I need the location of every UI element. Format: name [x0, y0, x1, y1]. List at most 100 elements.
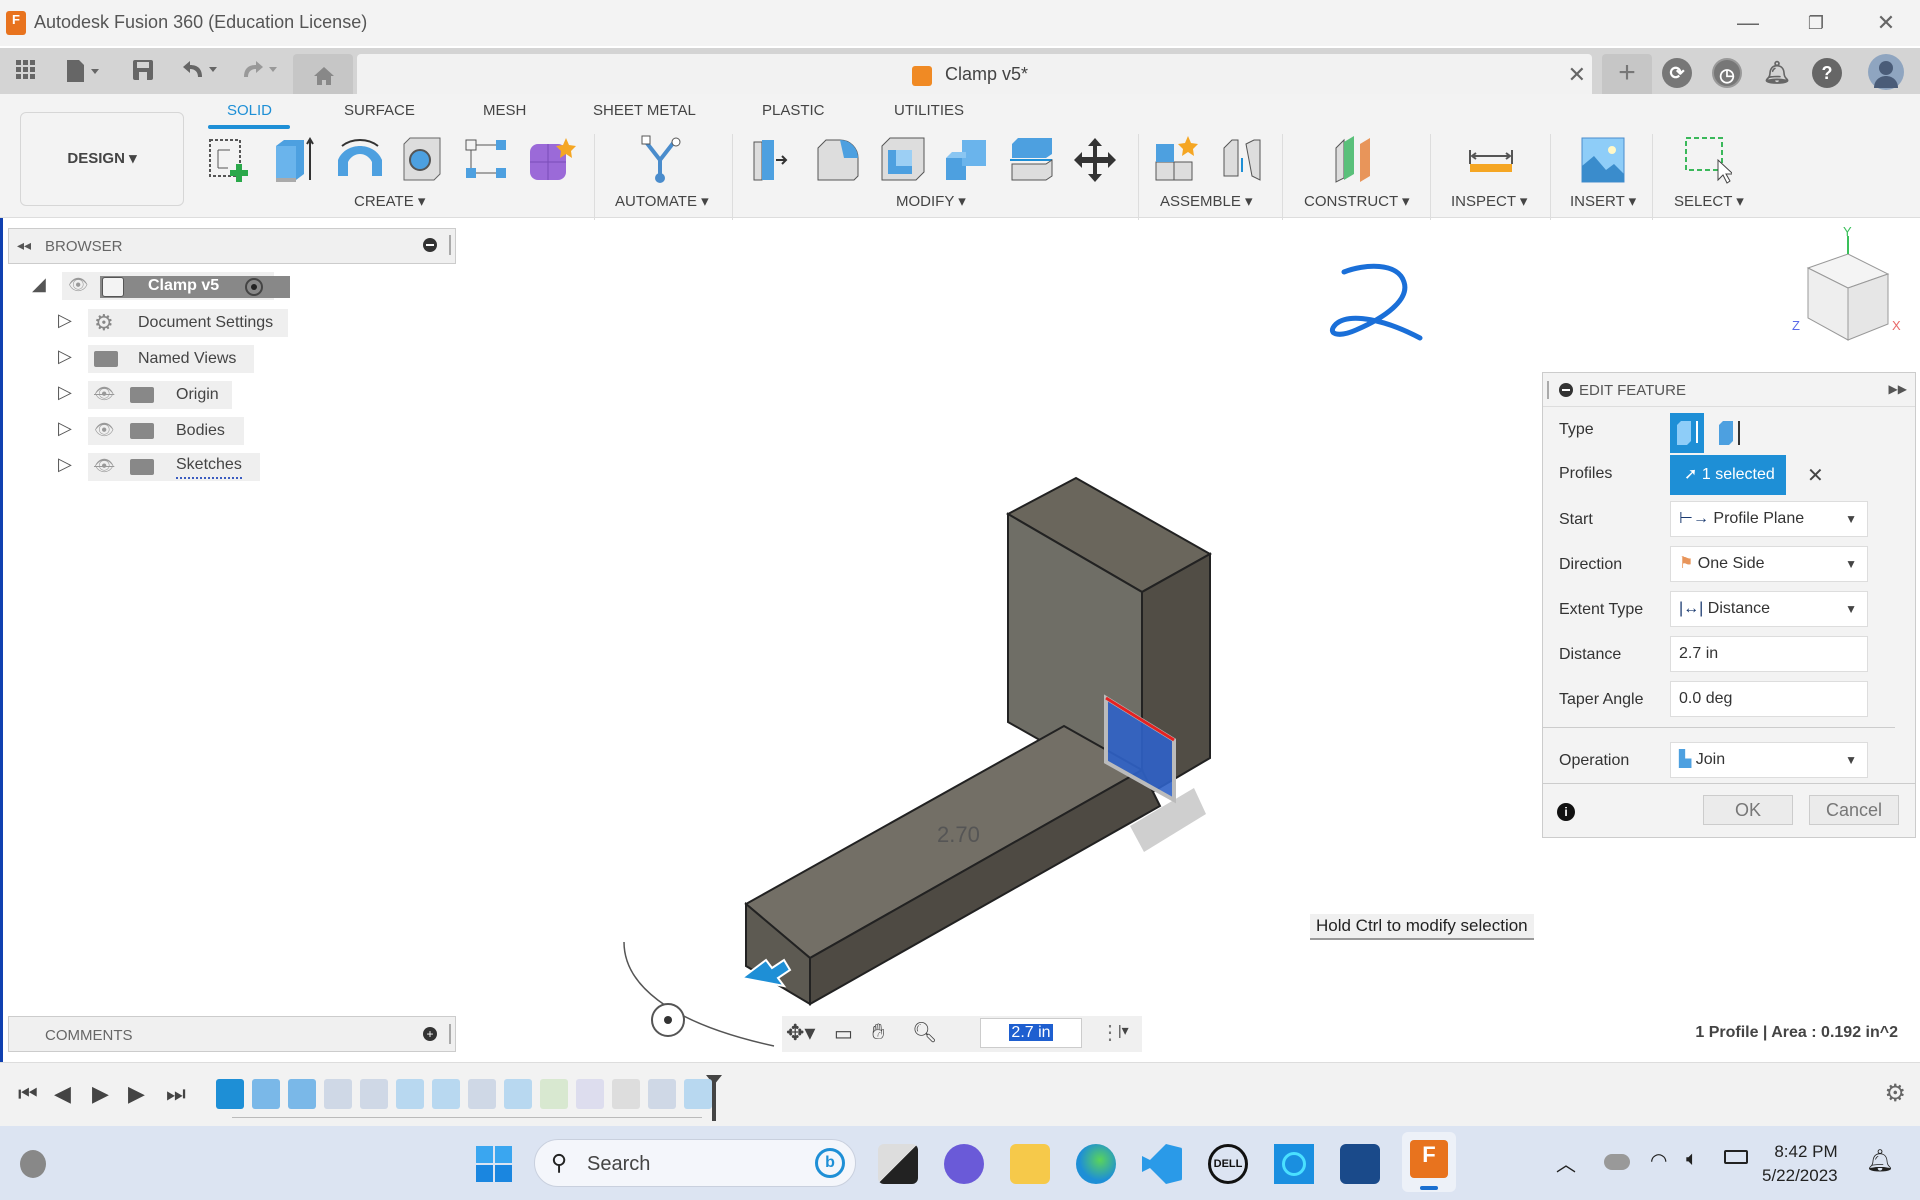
save-icon[interactable]: [130, 58, 156, 86]
distance-input[interactable]: 2.7 in: [1670, 636, 1868, 672]
battery-charging-icon[interactable]: [1724, 1150, 1748, 1164]
alexa-icon[interactable]: [1274, 1144, 1314, 1184]
file-menu-icon[interactable]: [62, 58, 106, 86]
tab-utilities[interactable]: UTILITIES: [894, 102, 964, 119]
shell-icon[interactable]: [878, 134, 928, 186]
show-hidden-icons-chevron[interactable]: ︿: [1556, 1148, 1576, 1177]
fillet-icon[interactable]: [814, 134, 864, 186]
taskbar-search[interactable]: ⚲ Search b: [534, 1139, 856, 1187]
zoom-icon[interactable]: 🔍︎: [912, 1020, 937, 1045]
timeline-feature-extrude[interactable]: [252, 1079, 280, 1109]
windows-start-icon[interactable]: [476, 1146, 512, 1182]
taper-angle-input[interactable]: 0.0 deg: [1670, 681, 1868, 717]
microsoft-store-icon[interactable]: [1340, 1144, 1380, 1184]
weather-widget-icon[interactable]: [20, 1150, 46, 1178]
look-at-icon[interactable]: ▭: [834, 1021, 853, 1046]
insert-menu[interactable]: INSERT ▾: [1570, 192, 1636, 210]
timeline-feature-sketch[interactable]: [360, 1079, 388, 1109]
offset-plane-icon[interactable]: [1330, 134, 1380, 186]
timeline-feature-extrude[interactable]: [396, 1079, 424, 1109]
close-tab-icon[interactable]: ✕: [1568, 62, 1586, 88]
collapse-dialog-icon[interactable]: [1559, 383, 1573, 397]
type-thin-extrude-button[interactable]: [1715, 419, 1745, 447]
timeline-feature-extrude[interactable]: [432, 1079, 460, 1109]
automate-menu[interactable]: AUTOMATE ▾: [615, 192, 709, 210]
clear-selection-icon[interactable]: ✕: [1807, 463, 1824, 488]
create-form-icon[interactable]: [526, 134, 576, 186]
timeline-feature-sketch[interactable]: [324, 1079, 352, 1109]
tab-surface[interactable]: SURFACE: [344, 102, 415, 119]
undo-icon[interactable]: [178, 58, 224, 86]
expand-dialog-icon[interactable]: ▶▶: [1889, 382, 1907, 396]
add-comment-icon[interactable]: +: [423, 1027, 437, 1041]
start-dropdown[interactable]: ⊢→ Profile Plane ▼: [1670, 501, 1868, 537]
close-window-button[interactable]: ✕: [1866, 8, 1906, 38]
drag-handle[interactable]: [1547, 381, 1549, 399]
display-settings-icon[interactable]: |▾: [1118, 1022, 1129, 1039]
timeline-feature-sketch[interactable]: [216, 1079, 244, 1109]
restore-button[interactable]: ❐: [1796, 8, 1836, 38]
teams-chat-icon[interactable]: [944, 1144, 984, 1184]
notifications-snooze-bell-icon[interactable]: 🔔︎: [1866, 1148, 1894, 1174]
select-menu[interactable]: SELECT ▾: [1674, 192, 1744, 210]
wifi-icon[interactable]: ◠: [1650, 1148, 1667, 1173]
distance-heads-up-value[interactable]: 2.7 in: [1009, 1024, 1053, 1041]
tab-plastic[interactable]: PLASTIC: [762, 102, 825, 119]
ok-button[interactable]: OK: [1703, 795, 1793, 825]
vscode-icon[interactable]: [1142, 1144, 1182, 1184]
direction-dropdown[interactable]: ⚑ One Side ▼: [1670, 546, 1868, 582]
timeline-feature-move[interactable]: [612, 1079, 640, 1109]
tab-solid[interactable]: SOLID: [227, 102, 272, 119]
revolve-icon[interactable]: [334, 134, 384, 186]
dell-icon[interactable]: DELL: [1208, 1144, 1248, 1184]
new-component-icon[interactable]: [1152, 134, 1202, 186]
measure-icon[interactable]: [1466, 134, 1516, 186]
timeline-feature-extrude[interactable]: [684, 1079, 712, 1109]
operation-dropdown[interactable]: ▙ Join ▼: [1670, 742, 1868, 778]
onedrive-cloud-icon[interactable]: [1604, 1154, 1630, 1170]
system-clock[interactable]: 8:42 PM 5/22/2023: [1762, 1140, 1838, 1188]
extent-type-dropdown[interactable]: |↔| Distance ▼: [1670, 591, 1868, 627]
timeline-feature-extrude[interactable]: [504, 1079, 532, 1109]
distance-heads-up-input[interactable]: 2.7 in: [980, 1018, 1082, 1048]
pan-hand-icon[interactable]: ✋︎: [872, 1019, 885, 1045]
timeline-feature-sketch[interactable]: [468, 1079, 496, 1109]
comments-pin-handle[interactable]: [449, 1024, 451, 1044]
job-status-clock-icon[interactable]: ◷: [1712, 58, 1742, 88]
home-tab[interactable]: [293, 54, 353, 94]
automate-icon[interactable]: [636, 134, 686, 186]
move-copy-icon[interactable]: [1070, 134, 1120, 186]
create-sketch-icon[interactable]: [206, 134, 256, 186]
joint-icon[interactable]: [1218, 134, 1268, 186]
insert-image-icon[interactable]: [1578, 134, 1628, 186]
document-tab[interactable]: Clamp v5* ✕: [357, 54, 1592, 94]
cancel-button[interactable]: Cancel: [1809, 795, 1899, 825]
timeline-feature-plane[interactable]: [540, 1079, 568, 1109]
new-tab-button[interactable]: +: [1602, 54, 1652, 94]
orbit-icon[interactable]: ✥▾: [786, 1020, 815, 1046]
go-to-end-icon[interactable]: ⏭: [166, 1081, 186, 1107]
file-explorer-icon[interactable]: [1010, 1144, 1050, 1184]
info-icon[interactable]: i: [1557, 803, 1575, 821]
bing-icon[interactable]: b: [815, 1148, 845, 1178]
more-options-icon[interactable]: ⋮: [1100, 1020, 1120, 1045]
help-icon[interactable]: ?: [1812, 58, 1842, 88]
timeline-settings-gear-icon[interactable]: ⚙: [1884, 1079, 1906, 1108]
step-back-icon[interactable]: ◀: [54, 1081, 71, 1107]
edge-browser-icon[interactable]: [1076, 1144, 1116, 1184]
redo-icon[interactable]: [238, 58, 284, 86]
go-to-start-icon[interactable]: ⏮: [18, 1081, 38, 1107]
combine-icon[interactable]: [942, 134, 992, 186]
play-icon[interactable]: ▶: [92, 1081, 109, 1107]
workspace-switcher[interactable]: DESIGN ▾: [20, 112, 184, 206]
minimize-button[interactable]: —: [1728, 8, 1768, 38]
create-menu[interactable]: CREATE ▾: [354, 192, 425, 210]
window-select-icon[interactable]: [1682, 134, 1735, 186]
split-body-icon[interactable]: [1006, 134, 1056, 186]
inspect-menu[interactable]: INSPECT ▾: [1451, 192, 1527, 210]
volume-icon[interactable]: 🔈︎: [1686, 1148, 1698, 1171]
timeline-feature-sketch[interactable]: [648, 1079, 676, 1109]
timeline-feature-extrude[interactable]: [288, 1079, 316, 1109]
rectangular-pattern-icon[interactable]: [462, 134, 512, 186]
viewcube[interactable]: Y X Z: [1792, 224, 1901, 341]
